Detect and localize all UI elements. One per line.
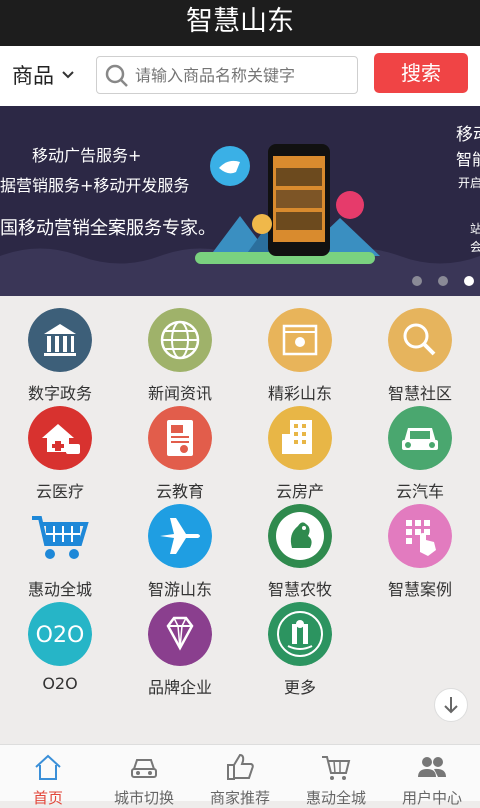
magnifier-icon xyxy=(388,308,452,372)
users-icon xyxy=(418,757,446,777)
grid-item-label: O2O xyxy=(42,674,78,693)
building-icon xyxy=(268,406,332,470)
grid-item-digital-government[interactable]: 数字政务 xyxy=(0,296,120,403)
tab-label: 首页 xyxy=(32,789,63,807)
airplane-icon xyxy=(148,504,212,568)
grid-item-cloud-real-estate[interactable]: 云房产 xyxy=(240,394,360,501)
o2o-icon: O2O xyxy=(28,602,92,666)
government-building-icon xyxy=(28,308,92,372)
tab-label: 用户中心 xyxy=(401,789,462,807)
banner-line-1: 移动广告服务+ xyxy=(32,146,142,165)
tab-label: 商家推荐 xyxy=(209,789,270,807)
home-icon xyxy=(35,754,61,780)
grid-item-o2o[interactable]: O2O O2O xyxy=(0,590,120,693)
promo-banner[interactable]: 移动广告服务+ 据营销服务+移动开发服务 国移动营销全案服务专家。 移动 智能 … xyxy=(0,106,480,296)
carousel-dot-active[interactable] xyxy=(464,276,474,286)
grid-item-smart-community[interactable]: 智慧社区 xyxy=(360,296,480,403)
grid-item-more[interactable]: 更多 xyxy=(240,590,360,697)
tab-user-center[interactable]: 用户中心 xyxy=(384,745,480,807)
grid-item-news[interactable]: 新闻资讯 xyxy=(120,296,240,403)
medical-house-icon xyxy=(28,406,92,470)
rooster-icon xyxy=(268,504,332,568)
more-emblem-icon xyxy=(268,602,332,666)
tab-city-switch[interactable]: 城市切换 xyxy=(96,745,192,807)
grid-item-cloud-car[interactable]: 云汽车 xyxy=(360,394,480,501)
o2o-icon-text: O2O xyxy=(36,623,85,648)
grid-item-label: 智慧案例 xyxy=(387,580,452,599)
tab-label: 城市切换 xyxy=(113,789,174,807)
arrow-down-icon xyxy=(444,697,458,714)
grid-item-cloud-education[interactable]: 云教育 xyxy=(120,394,240,501)
picture-frame-icon xyxy=(268,308,332,372)
search-icon xyxy=(105,64,128,87)
globe-icon xyxy=(148,308,212,372)
scroll-down-button[interactable] xyxy=(434,688,468,722)
shopping-cart-icon xyxy=(28,504,92,568)
carousel-indicator xyxy=(412,276,474,286)
grid-item-cloud-medical[interactable]: 云医疗 xyxy=(0,394,120,501)
car-front-icon xyxy=(131,759,157,778)
diamond-icon xyxy=(148,602,212,666)
category-label: 商品 xyxy=(12,64,54,88)
grid-item-label: 更多 xyxy=(283,678,316,697)
tab-home[interactable]: 首页 xyxy=(0,745,96,807)
tab-merchant-recommend[interactable]: 商家推荐 xyxy=(192,745,288,807)
cart-icon xyxy=(322,756,351,780)
banner-right-3: 开启 xyxy=(458,176,480,190)
tab-label: 惠动全城 xyxy=(305,789,366,807)
grid-item-brand-enterprise[interactable]: 品牌企业 xyxy=(120,590,240,697)
grid-item-smart-travel[interactable]: 智游山东 xyxy=(120,492,240,599)
search-bar: 商品 搜索 xyxy=(0,46,480,107)
search-input[interactable] xyxy=(135,63,350,87)
grid-item-smart-cases[interactable]: 智慧案例 xyxy=(360,492,480,599)
car-icon xyxy=(388,406,452,470)
banner-right-1: 移动 xyxy=(456,125,480,145)
grid-item-smart-agriculture[interactable]: 智慧农牧 xyxy=(240,492,360,599)
search-button[interactable]: 搜索 xyxy=(374,53,468,93)
grid-item-wonderful-shandong[interactable]: 精彩山东 xyxy=(240,296,360,403)
category-dropdown[interactable]: 商品 xyxy=(12,60,74,90)
banner-right-4: 站 xyxy=(470,222,480,236)
touch-keypad-icon xyxy=(388,504,452,568)
banner-right-5: 会 xyxy=(470,240,480,254)
thumbs-up-icon xyxy=(227,753,254,780)
banner-line-2: 据营销服务+移动开发服务 xyxy=(0,176,190,195)
education-document-icon xyxy=(148,406,212,470)
bottom-tab-bar: 首页 城市切换 商家推荐 惠动全城 用户中心 xyxy=(0,744,480,807)
banner-right-2: 智能 xyxy=(456,150,480,169)
grid-item-label: 品牌企业 xyxy=(147,678,212,697)
tab-huidong-city[interactable]: 惠动全城 xyxy=(288,745,384,807)
banner-artwork xyxy=(0,106,480,296)
search-field[interactable] xyxy=(96,56,358,94)
app-title: 智慧山东 xyxy=(0,0,480,46)
carousel-dot[interactable] xyxy=(438,276,448,286)
banner-line-3: 国移动营销全案服务专家。 xyxy=(0,218,216,239)
grid-item-huidong-city[interactable]: 惠动全城 xyxy=(0,492,120,599)
chevron-down-icon xyxy=(62,68,74,82)
carousel-dot[interactable] xyxy=(412,276,422,286)
